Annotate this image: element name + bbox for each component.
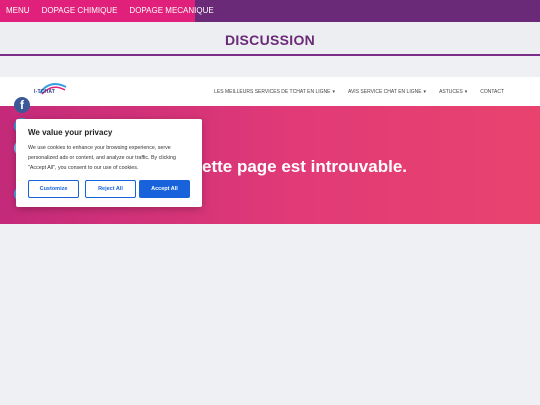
logo-text[interactable]: I-TCHAT [34,89,55,95]
nav-item-astuces[interactable]: ASTUCES ▾ [439,89,467,95]
caret-down-icon: ▾ [332,88,335,95]
dopage-chimique-link[interactable]: DOPAGE CHIMIQUE [36,0,124,22]
site-header: I-TCHAT LES MEILLEURS SERVICES DE TCHAT … [0,77,540,106]
cookie-consent-dialog: We value your privacy We use cookies to … [16,119,202,207]
cookie-title: We value your privacy [28,128,113,137]
accept-all-button[interactable]: Accept All [139,180,190,198]
nav-item-avis[interactable]: AVIS SERVICE CHAT EN LIGNE ▾ [348,89,426,95]
menu-link[interactable]: MENU [0,0,36,22]
nav-item-contact[interactable]: CONTACT [480,89,504,95]
reject-all-button[interactable]: Reject All [85,180,136,198]
facebook-icon[interactable]: f [14,97,30,113]
caret-down-icon: ▾ [423,88,427,95]
discussion-title[interactable]: DISCUSSION [225,32,315,48]
facebook-glyph: f [20,98,24,112]
nav-item-services[interactable]: LES MEILLEURS SERVICES DE TCHAT EN LIGNE… [214,89,335,95]
cookie-body: We use cookies to enhance your browsing … [28,145,177,171]
caret-down-icon: ▾ [464,88,468,95]
top-menu-links: MENU DOPAGE CHIMIQUE DOPAGE MECANIQUE [0,0,214,22]
customize-button[interactable]: Customize [28,180,79,198]
nav-label: AVIS SERVICE CHAT EN LIGNE [348,88,422,95]
discussion-banner: DISCUSSION [0,22,540,56]
main-nav: LES MEILLEURS SERVICES DE TCHAT EN LIGNE… [201,77,504,106]
dopage-mecanique-link[interactable]: DOPAGE MECANIQUE [123,0,219,22]
top-menu-bar: MENU DOPAGE CHIMIQUE DOPAGE MECANIQUE [0,0,540,22]
nav-label: LES MEILLEURS SERVICES DE TCHAT EN LIGNE [214,88,331,95]
nav-label: ASTUCES [439,88,463,95]
error-message: ette page est introuvable. [202,157,407,176]
nav-label: CONTACT [480,88,504,95]
